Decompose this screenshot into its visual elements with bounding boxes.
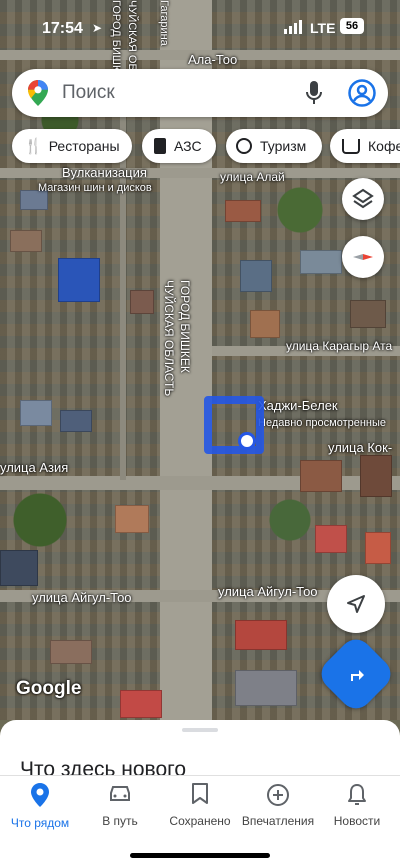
chip-fuel[interactable]: АЗС xyxy=(142,129,216,163)
map-label-ala-too[interactable]: Ала-Тоо xyxy=(188,52,237,67)
building xyxy=(235,670,297,706)
chip-label: Кофе xyxy=(368,138,400,154)
building xyxy=(300,250,342,274)
fork-knife-icon: 🍴 xyxy=(24,138,43,155)
map-label-alai[interactable]: улица Алай xyxy=(220,170,285,184)
nav-label: Впечатления xyxy=(241,814,315,828)
nav-go[interactable]: В путь xyxy=(80,783,160,828)
nav-label: Что рядом xyxy=(10,816,70,830)
nav-label: Сохранено xyxy=(169,814,231,828)
chip-restaurants[interactable]: 🍴 Рестораны xyxy=(12,129,132,163)
battery-icon: 56 xyxy=(340,18,364,34)
home-indicator xyxy=(130,853,270,858)
building xyxy=(250,310,280,338)
map-label-karagyr[interactable]: улица Карагыр Ата xyxy=(286,339,392,353)
nav-label: Новости xyxy=(333,814,381,828)
location-pin-icon xyxy=(31,783,49,807)
sheet-handle[interactable] xyxy=(182,728,218,732)
map-label-chuiskaya-mid: ЧУЙСКАЯ ОБЛАСТЬ xyxy=(162,280,176,397)
building xyxy=(58,258,100,302)
map-label-khadzhi-belek[interactable]: Хаджи-Белек xyxy=(258,398,338,413)
place-marker[interactable] xyxy=(204,392,268,458)
building xyxy=(235,620,287,650)
chip-label: АЗС xyxy=(174,138,202,154)
building xyxy=(120,690,162,718)
road-alai xyxy=(0,168,400,178)
status-time: 17:54 xyxy=(42,20,83,37)
building xyxy=(365,532,391,564)
chip-label: Рестораны xyxy=(48,138,120,154)
chip-tourism[interactable]: Туризм xyxy=(226,129,322,163)
search-placeholder[interactable]: Поиск xyxy=(62,82,115,104)
account-icon[interactable] xyxy=(348,79,376,107)
nav-updates[interactable]: Новости xyxy=(317,783,397,828)
camera-icon xyxy=(236,138,252,154)
map-label-magazin[interactable]: Магазин шин и дисков xyxy=(38,182,152,194)
building xyxy=(360,455,392,497)
google-logo: Google xyxy=(16,678,82,699)
chip-coffee[interactable]: Кофе xyxy=(330,129,400,163)
building xyxy=(115,505,149,533)
map-label-recently-viewed: Недавно просмотренные xyxy=(258,417,387,429)
compass-button[interactable] xyxy=(342,236,384,278)
add-circle-icon xyxy=(267,784,289,806)
bookmark-icon xyxy=(192,783,208,804)
nav-saved[interactable]: Сохранено xyxy=(160,783,240,828)
nav-explore[interactable]: Что рядом xyxy=(0,783,80,830)
map-label-vulkanizatsiya[interactable]: Вулканизация xyxy=(62,165,147,180)
building xyxy=(240,260,272,292)
signal-icon xyxy=(284,20,302,34)
coffee-icon xyxy=(342,138,360,154)
building xyxy=(350,300,386,328)
map-label-aigul-too-left[interactable]: улица Айгул-Тоо xyxy=(32,590,132,605)
road-side-vertical xyxy=(120,60,126,480)
nav-contribute[interactable]: Впечатления xyxy=(238,783,318,828)
bell-icon xyxy=(348,784,366,805)
building xyxy=(50,640,92,664)
building xyxy=(130,290,154,314)
layers-icon xyxy=(352,188,374,209)
map-label-kok-dzhar[interactable]: улица Кок- xyxy=(328,440,392,455)
location-arrow-icon: ➤ xyxy=(92,21,103,35)
marker-dot-icon xyxy=(238,432,256,450)
building xyxy=(10,230,42,252)
place-outline xyxy=(204,396,264,454)
compass-icon xyxy=(353,254,373,260)
building xyxy=(0,550,38,586)
chip-label: Туризм xyxy=(260,138,307,154)
status-bar: 17:54 ➤ LTE 56 xyxy=(0,14,400,44)
building xyxy=(60,410,92,432)
microphone-icon[interactable] xyxy=(306,81,322,105)
directions-icon xyxy=(351,670,364,681)
layers-button[interactable] xyxy=(342,178,384,220)
map-label-aziya[interactable]: улица Азия xyxy=(0,460,68,475)
search-bar[interactable]: Поиск xyxy=(12,69,388,117)
building xyxy=(20,400,52,426)
nav-label: В путь xyxy=(102,814,138,828)
building xyxy=(225,200,261,222)
maps-pin-logo-icon xyxy=(28,80,48,106)
building xyxy=(300,460,342,492)
my-location-button[interactable] xyxy=(327,575,385,633)
car-icon xyxy=(110,786,130,801)
fuel-icon xyxy=(154,138,166,154)
map-label-aigul-too-right[interactable]: улица Айгул-Тоо xyxy=(218,584,318,599)
navigation-arrow-icon xyxy=(347,595,365,613)
building xyxy=(315,525,347,553)
carrier-label: LTE xyxy=(310,20,336,36)
map-label-gorod-bishkek-mid: ГОРОД БИШКЕК xyxy=(178,280,192,373)
